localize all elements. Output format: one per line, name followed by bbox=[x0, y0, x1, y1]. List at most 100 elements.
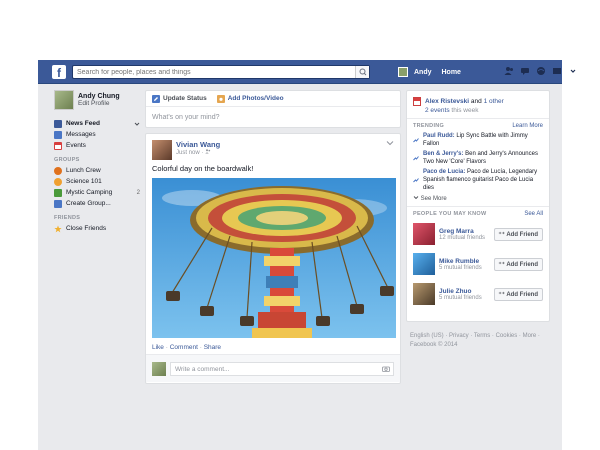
learn-more-link[interactable]: Learn More bbox=[512, 123, 543, 129]
event-person-link[interactable]: Alex Ristevski bbox=[425, 98, 469, 105]
chevron-down-icon[interactable] bbox=[134, 121, 140, 127]
profile-link[interactable]: Andy bbox=[414, 69, 432, 76]
avatar[interactable] bbox=[54, 90, 74, 110]
pymk-header: PEOPLE YOU MAY KNOW See All bbox=[407, 207, 549, 219]
sidebar-profile[interactable]: Andy Chung Edit Profile bbox=[54, 90, 140, 110]
share-button[interactable]: Share bbox=[204, 344, 221, 351]
post-timestamp[interactable]: Just now · bbox=[176, 149, 220, 156]
events-count-link[interactable]: 2 events bbox=[425, 107, 450, 114]
sidebar-item-create-group[interactable]: Create Group... bbox=[54, 198, 140, 209]
news-feed-icon bbox=[54, 119, 62, 128]
home-link[interactable]: Home bbox=[442, 69, 461, 76]
sidebar-item-label: Lunch Crew bbox=[66, 167, 101, 174]
feed-post: Vivian Wang Just now · Colorful day on t… bbox=[145, 133, 401, 384]
science-icon bbox=[54, 177, 62, 186]
see-all-link[interactable]: See All bbox=[524, 211, 543, 217]
privacy-icon[interactable] bbox=[552, 66, 562, 76]
mutual-friends[interactable]: 5 mutual friends bbox=[439, 265, 490, 271]
add-friend-button[interactable]: ⁺⁺ Add Friend bbox=[493, 257, 543, 271]
comment-input[interactable]: Write a comment... bbox=[170, 361, 394, 376]
events-reminder[interactable]: Alex Ristevski and 1 other 2 events this… bbox=[407, 91, 549, 119]
friends-header: FRIENDS bbox=[54, 215, 81, 221]
sidebar-item-messages[interactable]: Messages bbox=[54, 129, 140, 140]
events-when: this week bbox=[449, 107, 479, 114]
trending-arrow-icon bbox=[413, 178, 419, 183]
friends-audience-icon bbox=[205, 149, 211, 154]
tab-add-photos[interactable]: Add Photos/Video bbox=[216, 94, 284, 103]
tab-update-status[interactable]: Update Status bbox=[152, 94, 207, 103]
mutual-friends[interactable]: 5 mutual friends bbox=[439, 295, 490, 301]
avatar[interactable] bbox=[398, 67, 408, 77]
sidebar-item-events[interactable]: Events bbox=[54, 140, 140, 151]
avatar[interactable] bbox=[152, 140, 172, 160]
chevron-down-icon[interactable] bbox=[568, 66, 578, 76]
add-friend-button[interactable]: ⁺⁺ Add Friend bbox=[493, 227, 543, 241]
tab-label: Update Status bbox=[163, 95, 207, 102]
trending-header: TRENDING Learn More bbox=[407, 119, 549, 131]
groups-header: GROUPS bbox=[54, 157, 80, 163]
post-actions: Like · Comment · Share bbox=[146, 338, 400, 354]
friend-name[interactable]: Mike Rumble bbox=[439, 258, 490, 265]
friend-name[interactable]: Greg Marra bbox=[439, 228, 490, 235]
camera-icon[interactable] bbox=[382, 366, 390, 372]
trending-item[interactable]: Paco de Lucia: Paco de Lucía, Legendary … bbox=[407, 167, 549, 193]
avatar[interactable] bbox=[413, 253, 435, 275]
messages-icon[interactable] bbox=[520, 66, 530, 76]
sidebar-item-news-feed[interactable]: News Feed bbox=[54, 118, 140, 129]
carousel-photo bbox=[152, 178, 396, 338]
event-other-link[interactable]: 1 other bbox=[484, 98, 504, 105]
friend-requests-icon[interactable] bbox=[504, 66, 514, 76]
see-more-link[interactable]: See More bbox=[407, 193, 549, 207]
search-icon bbox=[359, 68, 367, 76]
sidebar-item-close-friends[interactable]: Close Friends bbox=[54, 223, 140, 234]
trending-item[interactable]: Ben & Jerry's: Ben and Jerry's Announces… bbox=[407, 149, 549, 167]
add-friend-label: Add Friend bbox=[506, 261, 538, 268]
trending-arrow-icon bbox=[413, 138, 419, 143]
sidebar-item-lunch-crew[interactable]: Lunch Crew bbox=[54, 165, 140, 176]
add-friend-icon: ⁺⁺ bbox=[498, 291, 505, 298]
add-friend-button[interactable]: ⁺⁺ Add Friend bbox=[493, 287, 543, 301]
right-sidebar: Alex Ristevski and 1 other 2 events this… bbox=[406, 90, 550, 322]
messages-icon bbox=[54, 130, 62, 139]
chevron-down-icon[interactable] bbox=[386, 140, 394, 146]
sidebar-item-label: Mystic Camping bbox=[66, 189, 113, 196]
sidebar-item-label: News Feed bbox=[66, 120, 100, 127]
avatar bbox=[152, 361, 166, 376]
sidebar-item-mystic-camping[interactable]: Mystic Camping 2 bbox=[54, 187, 140, 198]
top-icons bbox=[504, 66, 578, 76]
chevron-down-icon bbox=[413, 196, 419, 200]
post-author[interactable]: Vivian Wang bbox=[176, 140, 220, 149]
top-navigation-bar: f Andy Home bbox=[38, 60, 576, 84]
pencil-icon bbox=[152, 94, 160, 103]
post-header: Vivian Wang Just now · bbox=[146, 134, 400, 164]
post-photo[interactable] bbox=[152, 178, 396, 338]
facebook-logo[interactable]: f bbox=[52, 65, 66, 80]
sidebar-item-label: Messages bbox=[66, 131, 96, 138]
add-friend-label: Add Friend bbox=[506, 231, 538, 238]
avatar[interactable] bbox=[413, 223, 435, 245]
calendar-icon bbox=[413, 97, 421, 106]
suggested-friend: Greg Marra 12 mutual friends ⁺⁺ Add Frie… bbox=[407, 219, 549, 249]
avatar[interactable] bbox=[413, 283, 435, 305]
sidebar-item-label: Create Group... bbox=[66, 200, 111, 207]
status-composer: Update Status Add Photos/Video What's on… bbox=[145, 90, 401, 128]
footer-links-line[interactable]: English (US) · Privacy · Terms · Cookies… bbox=[410, 332, 550, 341]
profile-name[interactable]: Andy Chung bbox=[78, 93, 120, 100]
edit-profile-link[interactable]: Edit Profile bbox=[78, 100, 120, 107]
trending-item[interactable]: Paul Rudd: Lip Sync Battle with Jimmy Fa… bbox=[407, 131, 549, 149]
search-button[interactable] bbox=[355, 66, 369, 78]
friend-name[interactable]: Julie Zhuo bbox=[439, 288, 490, 295]
lunch-crew-icon bbox=[54, 166, 62, 175]
sidebar-item-science-101[interactable]: Science 101 bbox=[54, 176, 140, 187]
camera-icon bbox=[216, 94, 225, 103]
comment-placeholder: Write a comment... bbox=[175, 365, 230, 373]
like-button[interactable]: Like bbox=[152, 344, 164, 351]
add-friend-label: Add Friend bbox=[506, 291, 538, 298]
status-input[interactable]: What's on your mind? bbox=[146, 107, 400, 128]
search-input[interactable] bbox=[73, 66, 353, 78]
notifications-icon[interactable] bbox=[536, 66, 546, 76]
comment-button[interactable]: Comment bbox=[170, 344, 198, 351]
left-sidebar: Andy Chung Edit Profile News Feed Messag… bbox=[54, 90, 140, 234]
mutual-friends[interactable]: 12 mutual friends bbox=[439, 235, 490, 241]
sidebar-item-label: Close Friends bbox=[66, 225, 107, 232]
